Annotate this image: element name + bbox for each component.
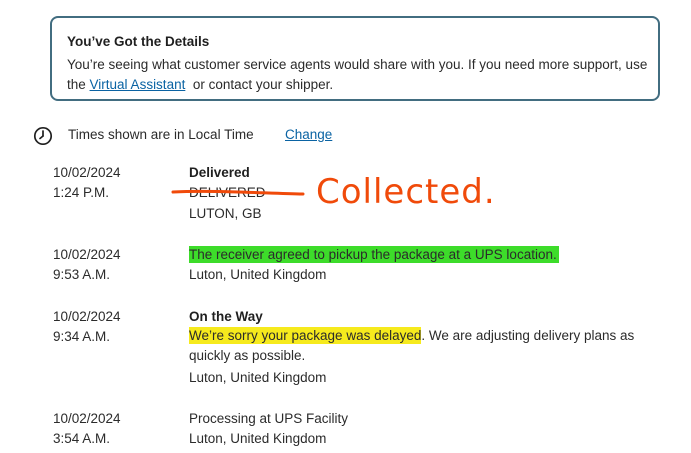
time-notice	[33, 126, 53, 146]
event-date: 10/02/2024	[53, 411, 121, 426]
event-date: 10/02/2024	[53, 309, 121, 324]
clock-icon	[33, 126, 53, 146]
event-time: 3:54 A.M.	[53, 431, 111, 446]
event-location: Luton, United Kingdom	[189, 370, 327, 385]
annotation-handwritten-note: Collected.	[316, 172, 496, 212]
change-time-link[interactable]: Change	[285, 127, 332, 142]
event-location: Luton, United Kingdom	[189, 267, 327, 282]
details-info-box: You’ve Got the Details You’re seeing wha…	[50, 16, 660, 101]
event-location: Luton, United Kingdom	[189, 431, 327, 446]
details-body-suffix: or contact your shipper.	[185, 77, 334, 92]
event-date: 10/02/2024	[53, 165, 121, 180]
details-body: You’re seeing what customer service agen…	[67, 55, 652, 95]
event-detail: We’re sorry your package was delayed. We…	[189, 326, 659, 366]
event-detail: The receiver agreed to pickup the packag…	[189, 246, 559, 263]
event-detail: Processing at UPS Facility	[189, 411, 349, 426]
event-status: On the Way	[189, 309, 263, 324]
time-notice-label: Times shown are in Local Time	[68, 127, 254, 142]
details-title: You’ve Got the Details	[67, 34, 210, 49]
virtual-assistant-link[interactable]: Virtual Assistant	[90, 77, 186, 92]
event-date: 10/02/2024	[53, 247, 121, 262]
event-detail-highlighted: The receiver agreed to pickup the packag…	[189, 246, 559, 263]
event-time: 9:34 A.M.	[53, 329, 111, 344]
event-detail-highlighted: We’re sorry your package was delayed	[189, 327, 422, 344]
event-time: 1:24 P.M.	[53, 185, 110, 200]
event-time: 9:53 A.M.	[53, 267, 111, 282]
